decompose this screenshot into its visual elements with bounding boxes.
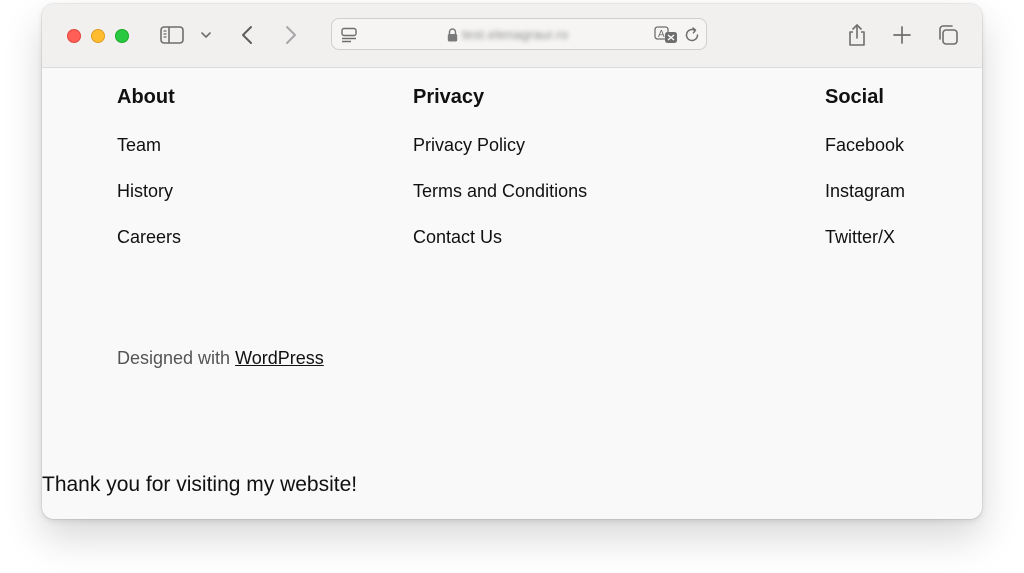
address-bar[interactable]: test.elenagraur.ro A	[331, 18, 707, 50]
footer-column-social: Social Facebook Instagram Twitter/X	[825, 84, 905, 248]
footer-link-privacy-policy[interactable]: Privacy Policy	[413, 134, 587, 156]
share-icon[interactable]	[846, 22, 868, 48]
footer-link-history[interactable]: History	[117, 180, 181, 202]
thank-you-message: Thank you for visiting my website!	[42, 473, 358, 496]
browser-window: test.elenagraur.ro A About Team History …	[42, 4, 982, 519]
footer-link-terms[interactable]: Terms and Conditions	[413, 180, 587, 202]
footer-column-privacy: Privacy Privacy Policy Terms and Conditi…	[413, 84, 587, 248]
reader-icon[interactable]	[340, 26, 358, 44]
browser-toolbar: test.elenagraur.ro A	[42, 4, 982, 68]
footer-heading-privacy: Privacy	[413, 86, 485, 108]
url-text: test.elenagraur.ro	[462, 27, 569, 42]
footer-column-about: About Team History Careers	[117, 84, 181, 248]
wordpress-link[interactable]: WordPress	[235, 348, 324, 368]
footer-credit-prefix: Designed with	[117, 348, 236, 368]
footer-link-twitter[interactable]: Twitter/X	[825, 226, 905, 248]
footer-heading-social: Social	[825, 86, 884, 108]
lock-icon	[445, 27, 459, 43]
chevron-down-icon[interactable]	[198, 28, 214, 42]
reload-icon[interactable]	[683, 26, 701, 44]
svg-text:A: A	[658, 29, 665, 40]
translate-icon[interactable]: A	[654, 26, 678, 44]
footer-heading-about: About	[117, 86, 175, 108]
footer-link-careers[interactable]: Careers	[117, 226, 181, 248]
footer-link-team[interactable]: Team	[117, 134, 181, 156]
close-window-button[interactable]	[67, 29, 81, 43]
back-icon[interactable]	[238, 24, 256, 46]
forward-icon[interactable]	[282, 24, 300, 46]
sidebar-icon[interactable]	[159, 24, 185, 46]
tabs-overview-icon[interactable]	[936, 23, 960, 47]
page-content: About Team History Careers Privacy Priva…	[42, 68, 982, 519]
footer-credit: Designed with WordPress	[117, 348, 324, 369]
footer-link-instagram[interactable]: Instagram	[825, 180, 905, 202]
minimize-window-button[interactable]	[91, 29, 105, 43]
footer-link-facebook[interactable]: Facebook	[825, 134, 905, 156]
footer-link-contact[interactable]: Contact Us	[413, 226, 587, 248]
new-tab-icon[interactable]	[892, 25, 912, 45]
zoom-window-button[interactable]	[115, 29, 129, 43]
